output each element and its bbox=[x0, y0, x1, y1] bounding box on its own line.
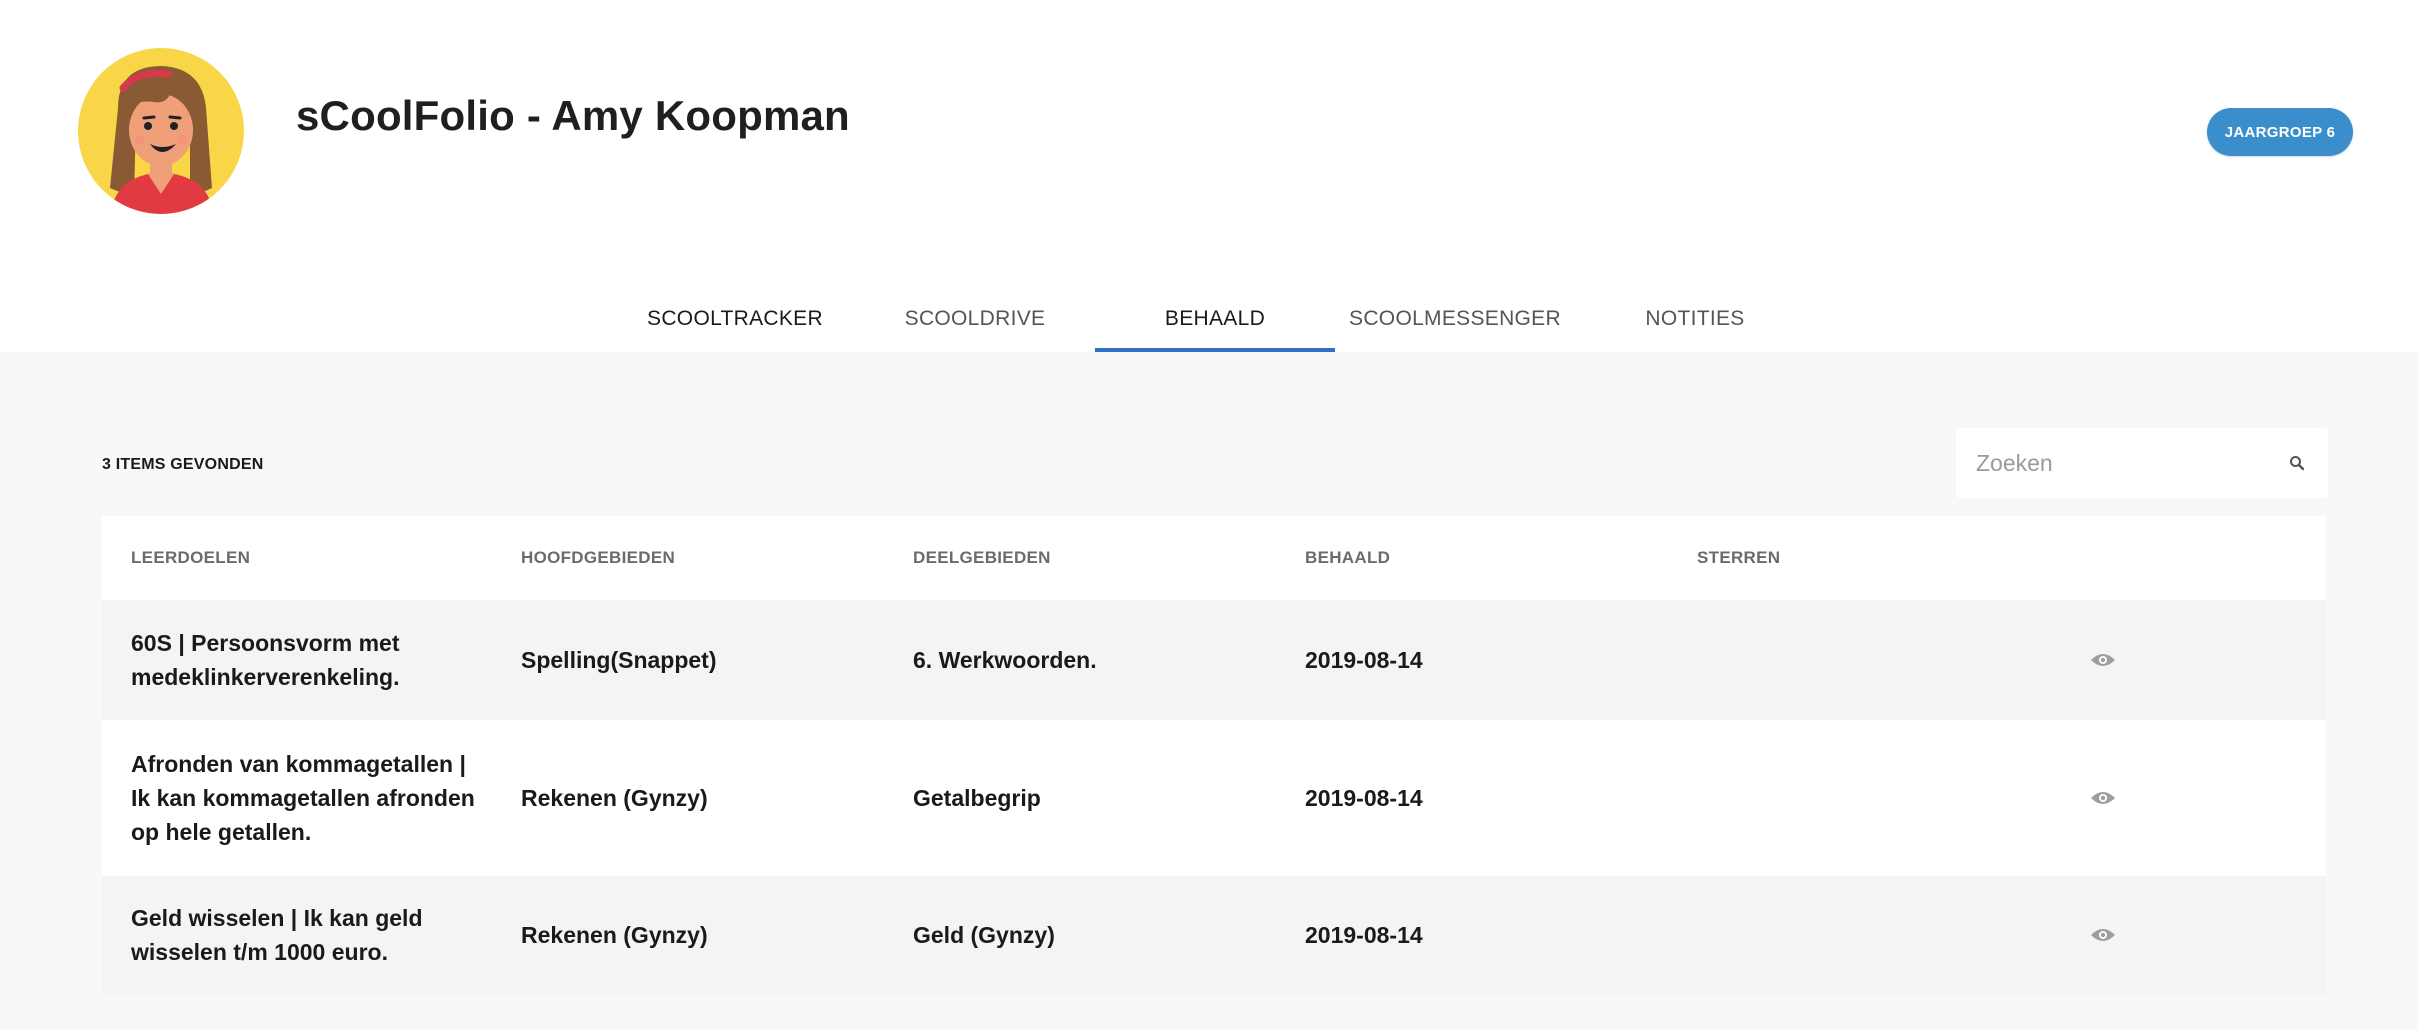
cell-sterren bbox=[1697, 876, 2057, 994]
cell-behaald: 2019-08-14 bbox=[1305, 647, 1423, 673]
tab-scoolmessenger[interactable]: SCOOLMESSENGER bbox=[1335, 286, 1575, 352]
tab-scooldrive[interactable]: SCOOLDRIVE bbox=[855, 286, 1095, 352]
eye-icon[interactable] bbox=[2088, 720, 2118, 876]
cell-deelgebied: 6. Werkwoorden. bbox=[913, 647, 1097, 673]
cell-deelgebied: Getalbegrip bbox=[913, 785, 1041, 811]
achievements-table: LEERDOELEN HOOFDGEBIEDEN DEELGEBIEDEN BE… bbox=[102, 516, 2326, 994]
search-icon[interactable] bbox=[2286, 452, 2308, 474]
cell-behaald: 2019-08-14 bbox=[1305, 785, 1423, 811]
page-title: sCoolFolio - Amy Koopman bbox=[296, 92, 850, 139]
cell-hoofdgebied: Spelling(Snappet) bbox=[521, 647, 717, 673]
cell-sterren bbox=[1697, 720, 2057, 876]
results-count: 3 ITEMS GEVONDEN bbox=[102, 456, 264, 473]
cell-sterren bbox=[1697, 600, 2057, 720]
leerdoel-text: 60S | Persoonsvorm met medeklinkerverenk… bbox=[131, 630, 400, 690]
avatar bbox=[78, 48, 244, 214]
search-input[interactable] bbox=[1976, 449, 2286, 477]
table-row[interactable]: 60S | Persoonsvorm met medeklinkerverenk… bbox=[102, 600, 2326, 720]
cell-deelgebied: Geld (Gynzy) bbox=[913, 922, 1055, 948]
cell-leerdoel: 60S | Persoonsvorm met medeklinkerverenk… bbox=[131, 600, 491, 720]
search-box[interactable] bbox=[1956, 428, 2328, 498]
table-row[interactable]: Geld wisselen | Ik kan geld wisselen t/m… bbox=[102, 876, 2326, 994]
tab-behaald[interactable]: BEHAALD bbox=[1095, 286, 1335, 352]
column-header-deelgebieden[interactable]: DEELGEBIEDEN bbox=[913, 516, 1051, 600]
cell-leerdoel: Geld wisselen | Ik kan geld wisselen t/m… bbox=[131, 876, 461, 994]
cell-leerdoel: Afronden van kommagetallen | Ik kan komm… bbox=[131, 720, 491, 876]
column-header-hoofdgebieden[interactable]: HOOFDGEBIEDEN bbox=[521, 516, 675, 600]
leerdoel-text: Afronden van kommagetallen | Ik kan komm… bbox=[131, 751, 475, 845]
eye-icon[interactable] bbox=[2088, 600, 2118, 720]
cell-hoofdgebied: Rekenen (Gynzy) bbox=[521, 922, 708, 948]
grade-badge[interactable]: JAARGROEP 6 bbox=[2207, 108, 2353, 156]
column-header-behaald[interactable]: BEHAALD bbox=[1305, 516, 1390, 600]
profile-header: sCoolFolio - Amy Koopman JAARGROEP 6 SCO… bbox=[0, 0, 2418, 352]
tab-scooltracker[interactable]: SCOOLTRACKER bbox=[615, 286, 855, 352]
column-header-sterren[interactable]: STERREN bbox=[1697, 516, 1780, 600]
cell-behaald: 2019-08-14 bbox=[1305, 922, 1423, 948]
tab-bar: SCOOLTRACKER SCOOLDRIVE BEHAALD SCOOLMES… bbox=[0, 286, 2418, 352]
cell-hoofdgebied: Rekenen (Gynzy) bbox=[521, 785, 708, 811]
tab-notities[interactable]: NOTITIES bbox=[1575, 286, 1815, 352]
eye-icon[interactable] bbox=[2088, 876, 2118, 994]
table-header: LEERDOELEN HOOFDGEBIEDEN DEELGEBIEDEN BE… bbox=[102, 516, 2326, 600]
column-header-leerdoelen[interactable]: LEERDOELEN bbox=[131, 516, 250, 600]
table-row[interactable]: Afronden van kommagetallen | Ik kan komm… bbox=[102, 720, 2326, 876]
leerdoel-text: Geld wisselen | Ik kan geld wisselen t/m… bbox=[131, 905, 423, 965]
